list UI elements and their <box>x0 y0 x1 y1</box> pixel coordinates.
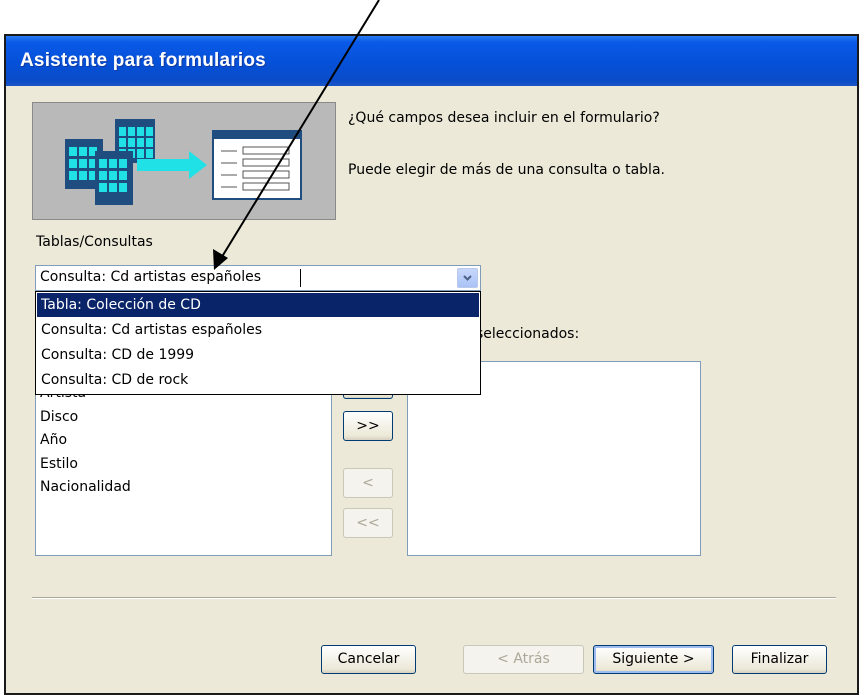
title-bar: Asistente para formularios <box>6 36 857 86</box>
chevron-down-icon <box>463 275 472 281</box>
dropdown-option-artistas-espanoles[interactable]: Consulta: Cd artistas españoles <box>37 318 479 342</box>
list-item[interactable]: Estilo <box>40 453 78 476</box>
list-item[interactable]: Disco <box>40 406 78 429</box>
finish-button[interactable]: Finalizar <box>732 645 827 674</box>
window-title: Asistente para formularios <box>20 50 266 71</box>
selected-fields-label: seleccionados: <box>476 326 580 342</box>
remove-field-button[interactable]: < <box>343 468 393 498</box>
tables-queries-combo[interactable]: Consulta: Cd artistas españoles <box>35 265 481 291</box>
dropdown-option-cd-rock[interactable]: Consulta: CD de rock <box>37 368 479 392</box>
back-button[interactable]: < Atrás <box>463 645 584 674</box>
footer-separator <box>32 597 836 599</box>
remove-all-fields-button[interactable]: << <box>343 508 393 538</box>
prompt-hint: Puede elegir de más de una consulta o ta… <box>348 162 665 178</box>
prompt-question: ¿Qué campos desea incluir en el formular… <box>348 110 660 126</box>
combo-value: Consulta: Cd artistas españoles <box>40 269 262 285</box>
combo-dropdown-list: Tabla: Colección de CD Consulta: Cd arti… <box>35 291 481 395</box>
list-item[interactable]: Año <box>40 429 67 452</box>
table-to-form-icon <box>65 119 302 205</box>
form-wizard-dialog: Asistente para formularios ¿Qué campos d… <box>4 34 859 695</box>
text-caret <box>300 269 301 287</box>
dropdown-button[interactable] <box>457 268 478 288</box>
next-button[interactable]: Siguiente > <box>593 645 714 674</box>
cancel-button[interactable]: Cancelar <box>321 645 416 674</box>
list-item[interactable]: Nacionalidad <box>40 476 131 499</box>
dropdown-option-cd-1999[interactable]: Consulta: CD de 1999 <box>37 343 479 367</box>
tables-queries-label: Tablas/Consultas <box>36 234 153 250</box>
dropdown-option-coleccion[interactable]: Tabla: Colección de CD <box>37 293 479 317</box>
add-all-fields-button[interactable]: >> <box>343 411 393 441</box>
wizard-illustration <box>32 102 336 220</box>
